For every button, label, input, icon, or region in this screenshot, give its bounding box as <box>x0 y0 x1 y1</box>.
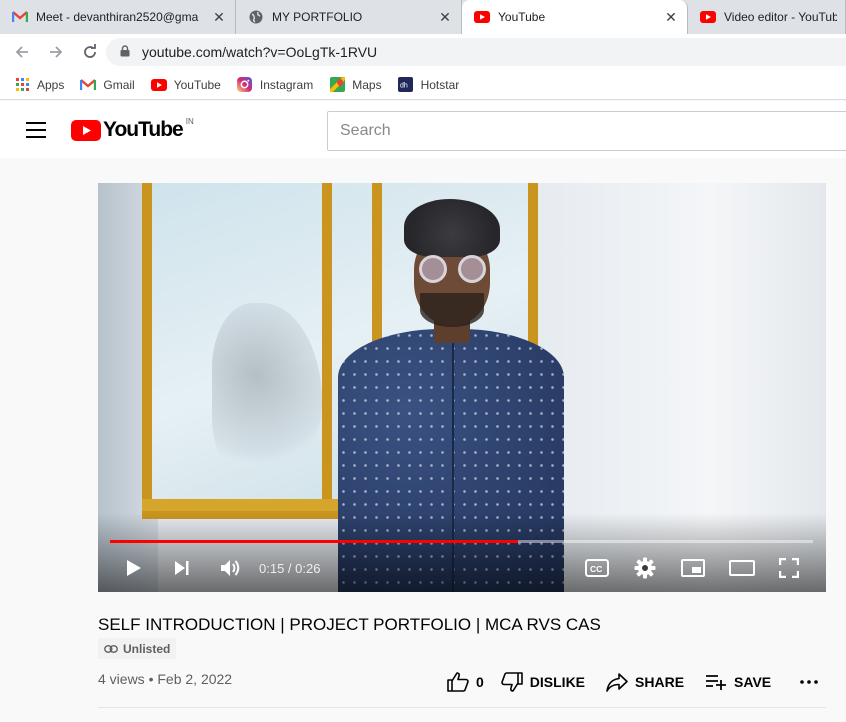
apps-grid-icon <box>14 77 30 93</box>
bookmark-label: Hotstar <box>420 77 460 92</box>
volume-icon[interactable] <box>217 555 243 581</box>
fullscreen-icon[interactable] <box>776 555 802 581</box>
thumbs-up-icon <box>446 670 470 694</box>
more-horizontal-icon <box>797 670 821 694</box>
settings-gear-icon[interactable] <box>632 555 658 581</box>
add-to-playlist-icon <box>704 670 728 694</box>
bookmark-gmail[interactable]: Gmail <box>80 77 135 93</box>
browser-toolbar: youtube.com/watch?v=OoLgTk-1RVU <box>0 34 846 70</box>
tab-youtube[interactable]: YouTube ✕ <box>462 0 688 34</box>
video-actions: 0 DISLIKE SHARE SAVE <box>446 668 827 696</box>
youtube-icon <box>474 9 490 25</box>
address-bar[interactable]: youtube.com/watch?v=OoLgTk-1RVU <box>106 38 846 66</box>
gmail-icon <box>80 77 97 93</box>
dislike-button[interactable]: DISLIKE <box>500 670 585 694</box>
bookmark-apps[interactable]: Apps <box>14 77 64 93</box>
next-icon[interactable] <box>169 555 193 581</box>
menu-icon[interactable] <box>26 122 46 138</box>
tab-portfolio[interactable]: MY PORTFOLIO ✕ <box>236 0 462 34</box>
visibility-badge: Unlisted <box>98 638 177 659</box>
play-icon[interactable] <box>120 555 146 581</box>
close-icon[interactable]: ✕ <box>211 9 227 25</box>
controls-gradient <box>98 513 826 592</box>
video-meta: 4 views • Feb 2, 2022 <box>98 671 233 687</box>
hotstar-icon: dh <box>398 77 414 93</box>
divider <box>98 707 826 708</box>
tab-title: Meet - devanthiran2520@gma <box>36 10 199 24</box>
bookmarks-bar: Apps Gmail YouTube Instagram Maps dh Hot… <box>0 70 846 100</box>
logo-text: YouTube <box>103 118 184 141</box>
tab-meet[interactable]: Meet - devanthiran2520@gma ✕ <box>0 0 236 34</box>
time-display: 0:15 / 0:26 <box>259 561 321 576</box>
progress-bar[interactable] <box>110 540 813 543</box>
url-text: youtube.com/watch?v=OoLgTk-1RVU <box>142 44 378 60</box>
close-icon[interactable]: ✕ <box>437 9 453 25</box>
bookmark-label: Maps <box>352 77 382 92</box>
bookmark-maps[interactable]: Maps <box>329 77 382 93</box>
share-label: SHARE <box>635 674 685 690</box>
lock-icon <box>120 44 132 60</box>
thumbs-down-icon <box>500 670 524 694</box>
share-button[interactable]: SHARE <box>605 670 684 694</box>
bookmark-label: Instagram <box>259 77 314 92</box>
bookmark-label: Apps <box>37 77 65 92</box>
youtube-header: YouTube IN Search <box>0 101 846 158</box>
video-title: SELF INTRODUCTION | PROJECT PORTFOLIO | … <box>98 615 601 634</box>
theater-mode-icon[interactable] <box>728 555 756 581</box>
youtube-icon <box>700 9 716 25</box>
captions-icon[interactable]: CC <box>584 555 610 581</box>
youtube-icon <box>150 77 167 93</box>
like-button[interactable]: 0 <box>446 670 484 694</box>
save-button[interactable]: SAVE <box>704 670 771 694</box>
globe-icon <box>248 9 264 25</box>
browser-tab-bar: Meet - devanthiran2520@gma ✕ MY PORTFOLI… <box>0 0 846 34</box>
tab-title: Video editor - YouTube <box>724 10 837 24</box>
gmail-icon <box>12 9 28 25</box>
youtube-logo-icon <box>71 119 101 141</box>
youtube-logo[interactable]: YouTube IN <box>71 116 194 142</box>
svg-text:CC: CC <box>590 564 602 574</box>
tab-title: YouTube <box>498 10 546 24</box>
link-icon <box>104 644 118 653</box>
bookmark-label: Gmail <box>103 77 135 92</box>
instagram-icon <box>237 77 253 93</box>
bookmark-instagram[interactable]: Instagram <box>237 77 313 93</box>
bookmark-youtube[interactable]: YouTube <box>150 77 221 93</box>
forward-arrow-icon[interactable] <box>44 40 68 64</box>
share-arrow-icon <box>605 670 629 694</box>
bookmark-hotstar[interactable]: dh Hotstar <box>398 77 460 93</box>
visibility-label: Unlisted <box>123 641 171 656</box>
close-icon[interactable]: ✕ <box>663 9 679 25</box>
reload-icon[interactable] <box>78 40 102 64</box>
more-actions-button[interactable] <box>797 670 827 694</box>
save-label: SAVE <box>734 674 772 690</box>
like-count: 0 <box>476 674 484 690</box>
tab-title: MY PORTFOLIO <box>272 10 363 24</box>
tab-video-editor[interactable]: Video editor - YouTube <box>688 0 846 34</box>
svg-text:dh: dh <box>400 83 408 90</box>
search-input[interactable]: Search <box>327 111 846 151</box>
country-code: IN <box>185 116 194 126</box>
maps-icon <box>329 77 345 93</box>
video-player[interactable]: 0:15 / 0:26 CC <box>98 183 826 592</box>
back-arrow-icon[interactable] <box>10 40 34 64</box>
miniplayer-icon[interactable] <box>680 555 706 581</box>
dislike-label: DISLIKE <box>529 674 586 690</box>
bookmark-label: YouTube <box>173 77 221 92</box>
progress-fill <box>110 540 518 543</box>
